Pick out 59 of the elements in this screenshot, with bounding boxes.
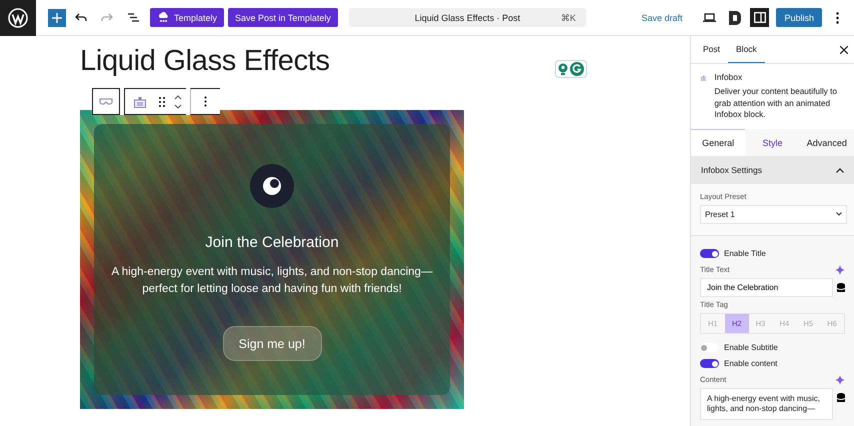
settings-section-header[interactable]: Infobox Settings bbox=[691, 156, 854, 184]
extension-badge[interactable] bbox=[555, 60, 587, 78]
save-to-templately-button[interactable]: Save Post in Templately bbox=[228, 8, 338, 27]
document-title: Liquid Glass Effects · Post bbox=[414, 12, 520, 22]
more-options-icon bbox=[836, 12, 838, 24]
panel-tab[interactable]: Advanced bbox=[800, 128, 854, 156]
sign-up-button[interactable]: Sign me up! bbox=[222, 326, 322, 361]
undo-icon bbox=[75, 13, 87, 22]
block-description: Deliver your content beautifully to grab attention with an animated Infobox block. bbox=[714, 86, 838, 120]
database-icon[interactable] bbox=[837, 392, 845, 404]
close-icon bbox=[840, 46, 848, 54]
command-bar[interactable]: Liquid Glass Effects · Post ⌘K bbox=[348, 8, 586, 27]
templately-button[interactable]: Templately bbox=[150, 8, 224, 27]
list-view-icon bbox=[128, 13, 138, 22]
toggle-switch[interactable] bbox=[700, 249, 719, 258]
up-down-chevron-icon bbox=[174, 94, 182, 110]
infobox-icon bbox=[134, 96, 146, 108]
sidebar-tab[interactable]: Post bbox=[695, 36, 728, 63]
block-name: Infobox bbox=[714, 72, 744, 82]
plus-icon bbox=[52, 12, 62, 22]
letter-d-logo-icon bbox=[729, 10, 742, 24]
chevron-icon bbox=[836, 168, 844, 172]
wordpress-logo[interactable] bbox=[0, 0, 36, 36]
sidebar-tab[interactable]: Block bbox=[728, 36, 765, 63]
toggle-label: Enable content bbox=[724, 359, 778, 368]
preset-select[interactable]: Preset 1 bbox=[700, 204, 847, 224]
sparkle-icon[interactable] bbox=[835, 264, 845, 274]
glass-card[interactable]: Join the Celebration A high-energy event with music, lights, and non-stop dancing—perfect for letting loose and having fun with friends! Sign me up! bbox=[94, 124, 450, 395]
save-draft-link[interactable]: Save draft bbox=[641, 12, 682, 22]
shortcut-hint: ⌘K bbox=[560, 12, 576, 22]
toggle-label: Enable Subtitle bbox=[724, 343, 778, 352]
publish-button[interactable]: Publish bbox=[776, 8, 822, 27]
laptop-icon bbox=[702, 13, 716, 22]
post-title[interactable]: Liquid Glass Effects bbox=[80, 45, 330, 78]
toggle-switch[interactable] bbox=[700, 359, 719, 368]
wordpress-logo-icon bbox=[8, 8, 28, 28]
toggle-switch[interactable] bbox=[700, 343, 719, 352]
grammar-logo-icon bbox=[570, 62, 584, 76]
add-block-button[interactable] bbox=[48, 8, 66, 26]
more-options-icon bbox=[204, 96, 207, 107]
content-field[interactable]: A high-energy event with music, lights, and non-stop dancing— bbox=[700, 388, 833, 420]
card-title: Join the Celebration bbox=[205, 234, 339, 251]
sidebar-icon bbox=[754, 12, 766, 23]
chevron-down-icon bbox=[836, 212, 842, 216]
panel-tab[interactable]: General bbox=[691, 128, 746, 156]
title-text-field[interactable]: Join the Celebration bbox=[700, 278, 833, 296]
drag-icon bbox=[159, 96, 165, 106]
toggle-label: Enable Title bbox=[724, 249, 766, 258]
cloud-icon bbox=[157, 11, 170, 24]
card-description: A high-energy event with music, lights, and non-stop dancing—perfect for letting loose and having fun with friends! bbox=[110, 265, 434, 297]
database-icon[interactable] bbox=[837, 282, 845, 294]
transform-button[interactable] bbox=[92, 88, 120, 115]
glasses-icon bbox=[99, 96, 113, 106]
redo-icon bbox=[101, 13, 113, 22]
sparkle-icon[interactable] bbox=[835, 374, 845, 384]
settings-toggle-button[interactable] bbox=[750, 8, 770, 27]
eye-icon bbox=[250, 164, 294, 208]
bulb-icon bbox=[558, 63, 568, 75]
panel-tab[interactable]: Style bbox=[745, 128, 800, 156]
